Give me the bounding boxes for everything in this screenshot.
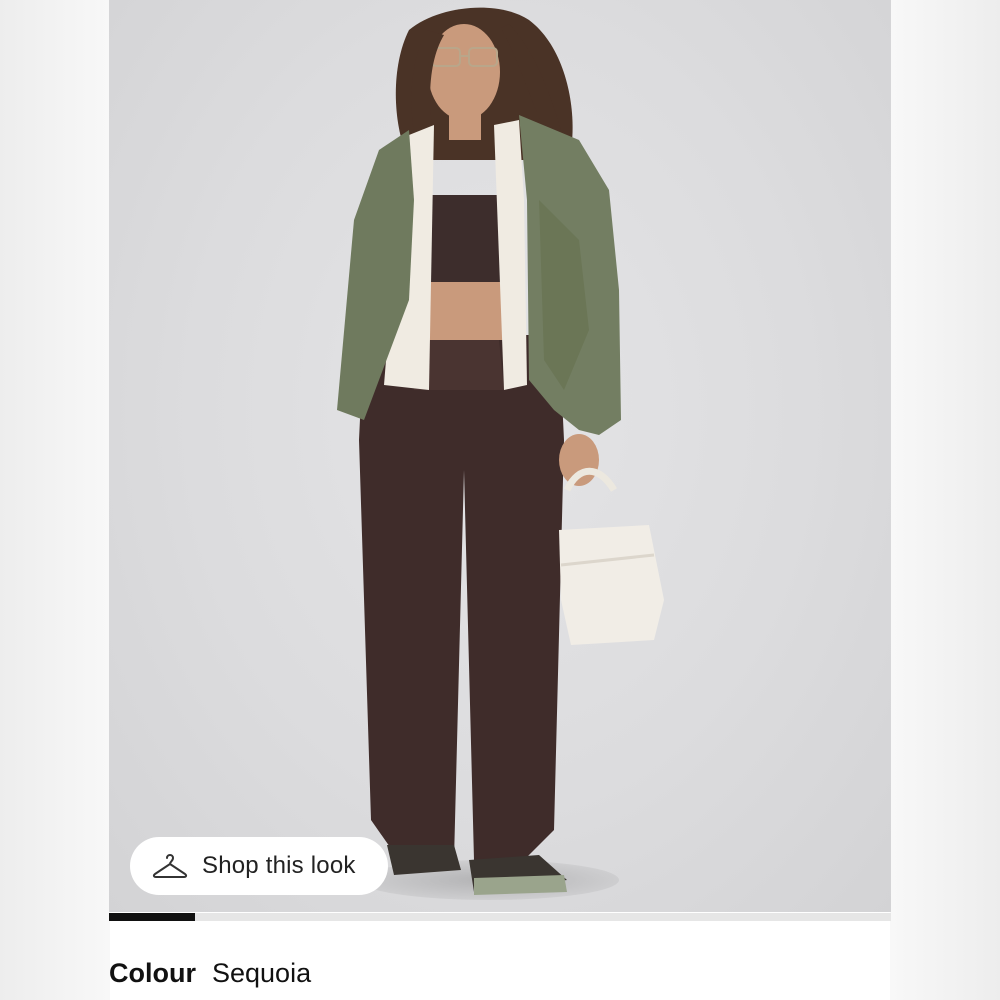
product-page: Shop this look Colour Sequoia: [0, 0, 1000, 1000]
gallery-progress-fill: [109, 913, 196, 921]
product-image: [337, 7, 664, 895]
left-gutter: [0, 0, 110, 1000]
colour-value: Sequoia: [212, 958, 312, 988]
gallery-progress-track: [109, 913, 891, 921]
shop-this-look-label: Shop this look: [202, 852, 356, 879]
hanger-icon: [152, 854, 188, 878]
colour-label: Colour: [109, 958, 196, 988]
colour-selection: Colour Sequoia: [109, 958, 311, 989]
product-image-gallery[interactable]: [109, 0, 891, 912]
right-gutter: [890, 0, 1000, 1000]
shop-this-look-button[interactable]: Shop this look: [130, 837, 388, 895]
